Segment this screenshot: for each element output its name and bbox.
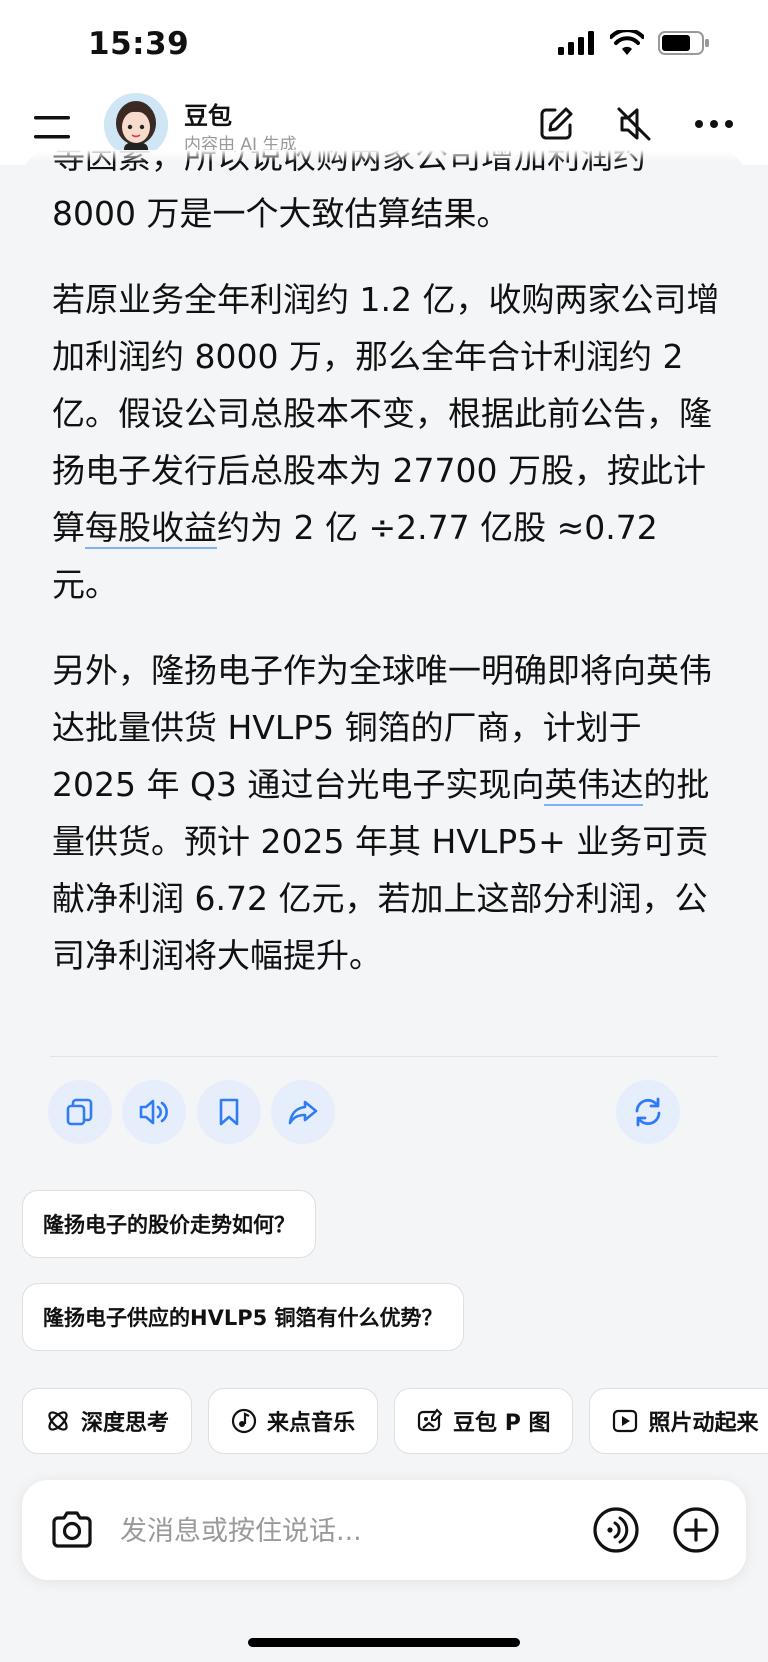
assistant-message-card: 等因素，所以说收购两家公司增加利润约 8000 万是一个大致估算结果。 若原业务…	[22, 150, 746, 1166]
bot-avatar[interactable]	[104, 93, 168, 157]
new-chat-button[interactable]	[532, 100, 580, 148]
paragraph-3: 另外，隆扬电子作为全球唯一明确即将向英伟达批量供货 HVLP5 铜箔的厂商，计划…	[52, 642, 732, 984]
suggestion-item[interactable]: 隆扬电子的股价走势如何？	[22, 1190, 316, 1258]
plus-icon[interactable]	[672, 1506, 720, 1554]
chip-label: 深度思考	[81, 1411, 170, 1436]
copy-button[interactable]	[48, 1080, 112, 1144]
chip-label: 来点音乐	[267, 1411, 356, 1436]
message-composer	[22, 1480, 746, 1580]
copy-icon	[66, 1098, 93, 1126]
assistant-message-text: 等因素，所以说收购两家公司增加利润约 8000 万是一个大致估算结果。 若原业务…	[52, 150, 732, 1013]
play-icon	[613, 1409, 638, 1433]
divider	[50, 1056, 718, 1057]
link-eps[interactable]: 每股收益	[85, 508, 217, 549]
camera-icon[interactable]	[48, 1506, 96, 1554]
chip-label: 豆包 P 图	[453, 1411, 551, 1436]
chip-image-edit[interactable]: 豆包 P 图	[394, 1388, 574, 1454]
bookmark-button[interactable]	[197, 1080, 261, 1144]
speaker-muted-icon	[617, 107, 651, 141]
status-time: 15:39	[88, 26, 190, 62]
music-icon	[231, 1408, 257, 1434]
share-button[interactable]	[271, 1080, 335, 1144]
bookmark-icon	[219, 1098, 239, 1126]
battery-icon	[658, 31, 709, 55]
image-edit-icon	[417, 1408, 443, 1432]
mute-button[interactable]	[610, 100, 658, 148]
read-aloud-button[interactable]	[122, 1080, 186, 1144]
refresh-icon	[635, 1097, 661, 1127]
header-fade	[0, 150, 768, 162]
atom-icon	[48, 1411, 68, 1431]
paragraph-2: 若原业务全年利润约 1.2 亿，收购两家公司增加利润约 8000 万，那么全年合…	[52, 271, 732, 613]
more-options-button[interactable]	[690, 100, 738, 148]
speaker-icon	[139, 1099, 168, 1125]
status-bar: 15:39	[0, 0, 768, 90]
chip-label: 照片动起来	[648, 1411, 759, 1436]
feature-chips: 深度思考 来点音乐 豆包 P 图 照片动起来	[22, 1388, 768, 1454]
wifi-icon	[610, 30, 644, 55]
home-indicator	[248, 1638, 520, 1647]
signal-icon	[558, 31, 594, 55]
suggestion-item[interactable]: 隆扬电子供应的HVLP5 铜箔有什么优势？	[22, 1283, 464, 1351]
chip-deep-thinking[interactable]: 深度思考	[22, 1388, 193, 1454]
link-nvidia[interactable]: 英伟达	[544, 765, 644, 806]
bot-name: 豆包	[184, 102, 232, 130]
status-icons	[558, 30, 710, 56]
more-icon	[695, 120, 733, 128]
regenerate-button[interactable]	[616, 1080, 680, 1144]
message-input[interactable]	[118, 1508, 542, 1554]
paragraph-1: 等因素，所以说收购两家公司增加利润约 8000 万是一个大致估算结果。	[52, 150, 646, 233]
voice-call-icon[interactable]	[592, 1506, 640, 1554]
edit-icon	[540, 107, 573, 140]
menu-icon[interactable]	[34, 112, 74, 142]
paragraph-2-text: 若原业务全年利润约 1.2 亿，收购两家公司增加利润约 8000 万，那么全年合…	[52, 280, 720, 547]
chip-music[interactable]: 来点音乐	[208, 1388, 379, 1454]
share-icon	[288, 1100, 318, 1125]
chip-photo-animate[interactable]: 照片动起来	[589, 1388, 768, 1454]
